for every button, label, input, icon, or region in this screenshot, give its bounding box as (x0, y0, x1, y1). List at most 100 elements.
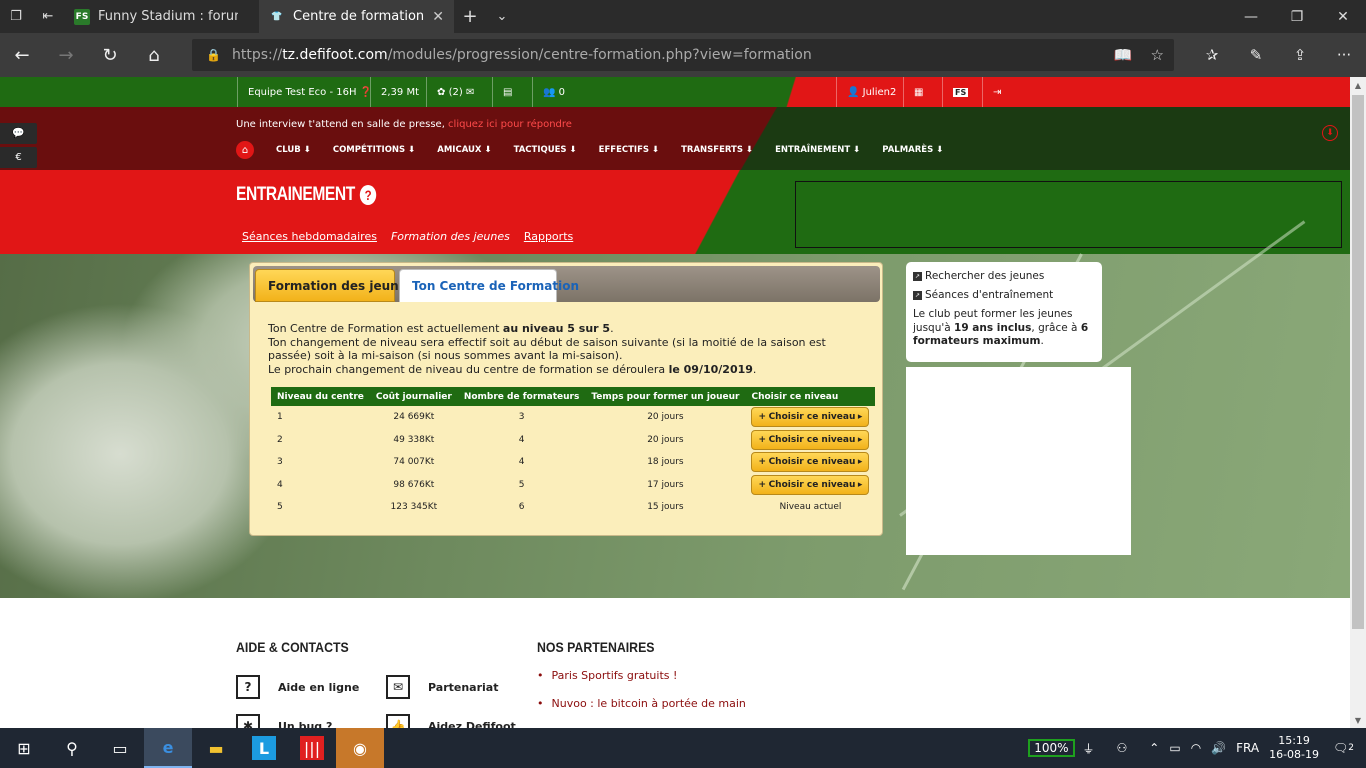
minimize-icon[interactable]: — (1228, 0, 1274, 33)
close-window-icon[interactable]: ✕ (1320, 0, 1366, 33)
language-indicator[interactable]: FRA (1236, 741, 1259, 755)
back-icon[interactable]: ← (0, 33, 44, 77)
subnav-rapports[interactable]: Rapports (524, 230, 573, 243)
mail-icon: ✉ (386, 675, 410, 699)
menu-transferts[interactable]: TRANSFERTS ⬇ (681, 145, 753, 155)
news-icon[interactable]: ▤ (492, 77, 522, 107)
task-view-icon[interactable]: ▭ (96, 728, 144, 768)
chat-icon[interactable]: 💬 (0, 123, 37, 144)
partner-link-nuvoo[interactable]: Nuvoo : le bitcoin à portée de main (537, 697, 746, 710)
notifications-icon[interactable]: 🗨 2 (1333, 741, 1354, 755)
people-icon[interactable]: ⚇ (1117, 741, 1128, 755)
press-notice-link[interactable]: cliquez ici pour répondre (448, 119, 572, 130)
page-header-band: ENTRAINEMENT ? Séances hebdomadaires For… (0, 170, 1350, 254)
file-explorer-icon[interactable]: ▬ (192, 728, 240, 768)
set-aside-tabs-icon[interactable]: ⇤ (32, 0, 64, 33)
favorite-star-icon[interactable]: ☆ (1151, 46, 1164, 64)
menu-competitions[interactable]: COMPÉTITIONS ⬇ (333, 145, 415, 155)
choose-level-4-button[interactable]: + Choisir ce niveau ▸ (751, 474, 870, 495)
press-notice: Une interview t'attend en salle de press… (236, 119, 572, 130)
more-icon[interactable]: ··· (1322, 33, 1366, 77)
menu-tactiques[interactable]: TACTIQUES ⬇ (514, 145, 577, 155)
tab-centre-formation-panel[interactable]: Ton Centre de Formation (399, 269, 579, 302)
help-question-icon[interactable]: ? (359, 185, 377, 205)
download-alert-icon[interactable]: ⬇ (1322, 125, 1338, 141)
system-tray: 100% ⏚ ⚇ ⌃ ▭ ◠ 🔊 FRA 15:19 16-08-19 🗨 2 (1028, 728, 1366, 768)
friends-link[interactable]: 👥 0 (532, 77, 575, 107)
app-l-icon[interactable]: L (240, 728, 288, 768)
tab-funny-stadium[interactable]: FS Funny Stadium : forum parti (64, 0, 259, 33)
refresh-icon[interactable]: ↻ (88, 33, 132, 77)
bug-link[interactable]: ✱ Un bug ? (236, 714, 332, 728)
edge-app-icon[interactable]: e (144, 728, 192, 768)
close-tab-icon[interactable]: ✕ (432, 9, 444, 25)
app-paint-icon[interactable]: ◉ (336, 728, 384, 768)
url-prefix: https:// (232, 47, 283, 63)
choose-level-2-button[interactable]: + Choisir ce niveau ▸ (751, 429, 870, 450)
pen-icon[interactable]: ✎ (1234, 33, 1278, 77)
plug-icon[interactable]: ⏚ (1083, 740, 1095, 757)
help-contacts-title: AIDE & CONTACTS (236, 639, 349, 655)
money-value: 2,39 Mt (370, 77, 429, 107)
home-button[interactable]: ⌂ (236, 141, 254, 159)
scroll-up-icon[interactable]: ▲ (1350, 77, 1366, 93)
browser-toolbar: ← → ↻ ⌂ 🔒 https://tz.defifoot.com/module… (0, 33, 1366, 77)
menu-entrainement[interactable]: ENTRAÎNEMENT ⬇ (775, 145, 860, 155)
menu-club[interactable]: CLUB ⬇ (276, 145, 311, 155)
partnership-link[interactable]: ✉ Partenariat (386, 675, 498, 699)
scroll-down-icon[interactable]: ▼ (1350, 712, 1366, 728)
forward-icon[interactable]: → (44, 33, 88, 77)
help-online-link[interactable]: ? Aide en ligne (236, 675, 359, 699)
start-windows-icon[interactable]: ⊞ (0, 728, 48, 768)
menu-amicaux[interactable]: AMICAUX ⬇ (437, 145, 491, 155)
page-title: ENTRAINEMENT ? (236, 184, 377, 206)
choose-level-3-button[interactable]: + Choisir ce niveau ▸ (751, 452, 870, 473)
app-red-icon[interactable]: ||| (288, 728, 336, 768)
tab-actions-icon[interactable]: ❐ (0, 0, 32, 33)
user-link[interactable]: 👤 Julien2 (836, 77, 906, 107)
reading-view-icon[interactable]: 📖 (1114, 46, 1133, 64)
subnav-formation[interactable]: Formation des jeunes (391, 230, 510, 243)
battery-icon[interactable]: ▭ (1169, 741, 1180, 755)
col-header: Niveau du centre (271, 387, 370, 406)
battery-indicator[interactable]: 100% (1028, 739, 1075, 757)
col-header: Choisir ce niveau (745, 387, 876, 406)
chevron-up-icon[interactable]: ⌃ (1149, 741, 1159, 755)
clock[interactable]: 15:19 16-08-19 (1269, 734, 1319, 762)
partner-link-paris[interactable]: Paris Sportifs gratuits ! (537, 669, 678, 682)
tab-formation-jeunes[interactable]: Formation des jeunes (255, 269, 414, 302)
tab-list-chevron-icon[interactable]: ⌄ (486, 0, 518, 33)
search-youth-link[interactable]: ↗ Rechercher des jeunes (913, 270, 1095, 282)
messages-link[interactable]: ✿ (2) ✉ (426, 77, 484, 107)
new-tab-icon[interactable]: + (454, 0, 486, 33)
search-icon[interactable]: ⚲ (48, 728, 96, 768)
tab-title: Centre de formation (293, 9, 425, 24)
users-icon: 👥 (543, 86, 556, 98)
subnav-seances[interactable]: Séances hebdomadaires (242, 230, 377, 243)
card-icon[interactable]: ▦ (903, 77, 933, 107)
training-sessions-link[interactable]: ↗ Séances d'entraînement (913, 289, 1095, 301)
address-bar[interactable]: 🔒 https://tz.defifoot.com/modules/progre… (192, 39, 1174, 71)
table-row: 3 74 007Kt 4 18 jours + Choisir ce niveau… (271, 451, 875, 474)
maximize-icon[interactable]: ❐ (1274, 0, 1320, 33)
euro-icon[interactable]: € (0, 147, 37, 168)
page-scrollbar[interactable]: ▲ ▼ (1350, 77, 1366, 728)
fs-logo-link[interactable]: FS (942, 77, 978, 107)
web-page: Equipe Test Eco - 16H ❓ 2,39 Mt ✿ (2) ✉ … (0, 77, 1350, 728)
user-icon: 👤 (847, 86, 860, 98)
home-icon[interactable]: ⌂ (132, 33, 176, 77)
help-defifoot-link[interactable]: 👍 Aidez Defifoot (386, 714, 516, 728)
team-name[interactable]: Equipe Test Eco - 16H ❓ (237, 77, 382, 107)
share-icon[interactable]: ⇪ (1278, 33, 1322, 77)
favorites-icon[interactable]: ✰ (1190, 33, 1234, 77)
volume-icon[interactable]: 🔊 (1211, 741, 1226, 755)
menu-palmares[interactable]: PALMARÈS ⬇ (882, 145, 943, 155)
wifi-icon[interactable]: ◠ (1191, 741, 1201, 755)
logout-icon[interactable]: ⇥ (982, 77, 1011, 107)
levels-table: Niveau du centre Coût journalier Nombre … (271, 387, 876, 519)
url-path: /modules/progression/centre-formation.ph… (387, 47, 812, 63)
scroll-thumb[interactable] (1352, 95, 1364, 629)
choose-level-1-button[interactable]: + Choisir ce niveau ▸ (751, 407, 870, 428)
menu-effectifs[interactable]: EFFECTIFS ⬇ (599, 145, 659, 155)
tab-centre-formation[interactable]: 👕 Centre de formation ✕ (259, 0, 454, 33)
